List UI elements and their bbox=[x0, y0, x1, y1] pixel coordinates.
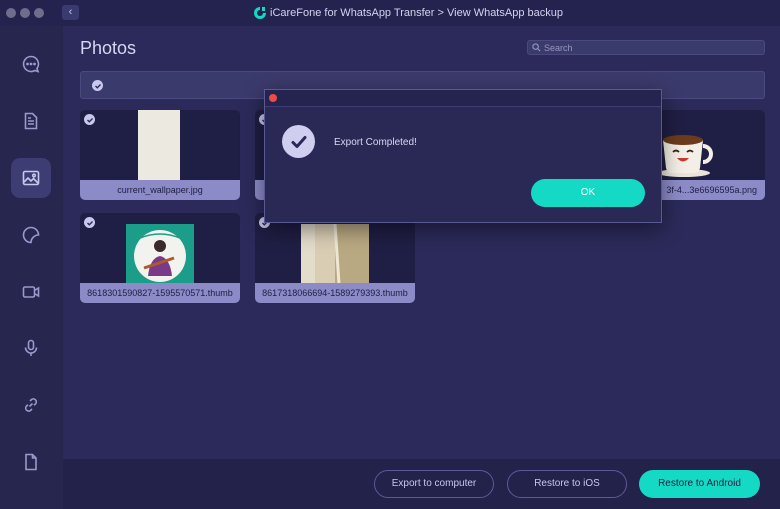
coffee-cup-sticker-icon bbox=[658, 135, 713, 177]
nav-links[interactable] bbox=[11, 385, 51, 425]
photos-icon bbox=[22, 170, 40, 186]
nav-messages[interactable] bbox=[11, 44, 51, 84]
file-icon bbox=[25, 453, 37, 471]
microphone-icon bbox=[24, 339, 38, 356]
nav-files[interactable] bbox=[11, 442, 51, 482]
page-title: Photos bbox=[80, 38, 137, 58]
photo-card[interactable]: 8618301590827-1595570571.thumb bbox=[80, 213, 240, 303]
search-input[interactable] bbox=[544, 41, 762, 54]
search-box bbox=[527, 40, 765, 55]
document-icon bbox=[24, 112, 38, 130]
photo-caption: current_wallpaper.jpg bbox=[80, 180, 240, 200]
link-icon bbox=[24, 398, 38, 412]
nav-documents[interactable] bbox=[11, 101, 51, 141]
messages-icon bbox=[22, 55, 40, 73]
back-button[interactable]: ‹ bbox=[62, 5, 79, 20]
sticker-icon bbox=[22, 226, 40, 244]
photo-checkbox[interactable] bbox=[84, 114, 95, 125]
maximize-window-button[interactable] bbox=[34, 8, 44, 18]
photo-thumbnail bbox=[138, 110, 180, 180]
select-all-checkbox[interactable] bbox=[92, 80, 103, 91]
app-logo-icon bbox=[254, 6, 266, 19]
photo-checkbox[interactable] bbox=[84, 217, 95, 228]
dialog-message: Export Completed! bbox=[334, 137, 417, 148]
restore-to-ios-button[interactable]: Restore to iOS bbox=[507, 470, 627, 498]
export-to-computer-button[interactable]: Export to computer bbox=[374, 470, 494, 498]
checkmark-icon bbox=[86, 220, 93, 226]
ok-button[interactable]: OK bbox=[531, 179, 645, 207]
photo-card[interactable]: current_wallpaper.jpg bbox=[80, 110, 240, 200]
nav-audio[interactable] bbox=[11, 328, 51, 368]
close-window-button[interactable] bbox=[6, 8, 16, 18]
photo-thumbnail bbox=[301, 224, 369, 284]
checkmark-icon bbox=[94, 83, 101, 89]
export-completed-dialog: Export Completed! OK bbox=[264, 89, 662, 223]
sidebar bbox=[0, 26, 63, 509]
search-icon bbox=[532, 43, 541, 52]
nav-photos[interactable] bbox=[11, 158, 51, 198]
photo-caption: 8618301590827-1595570571.thumb bbox=[80, 283, 240, 303]
success-check-icon bbox=[282, 125, 315, 158]
video-icon bbox=[22, 286, 40, 298]
nav-stickers[interactable] bbox=[11, 215, 51, 255]
minimize-window-button[interactable] bbox=[20, 8, 30, 18]
photo-caption: 8617318066694-1589279393.thumb bbox=[255, 283, 415, 303]
nav-videos[interactable] bbox=[11, 272, 51, 312]
window-title: iCareFone for WhatsApp Transfer > View W… bbox=[270, 7, 563, 19]
title-bar: ‹ iCareFone for WhatsApp Transfer > View… bbox=[0, 0, 780, 26]
photo-card[interactable]: 8617318066694-1589279393.thumb bbox=[255, 213, 415, 303]
dialog-title-bar bbox=[265, 90, 661, 107]
restore-to-android-button[interactable]: Restore to Android bbox=[639, 470, 760, 498]
checkmark-icon bbox=[86, 117, 93, 123]
photo-thumbnail bbox=[126, 224, 194, 284]
dialog-close-button[interactable] bbox=[269, 94, 277, 102]
